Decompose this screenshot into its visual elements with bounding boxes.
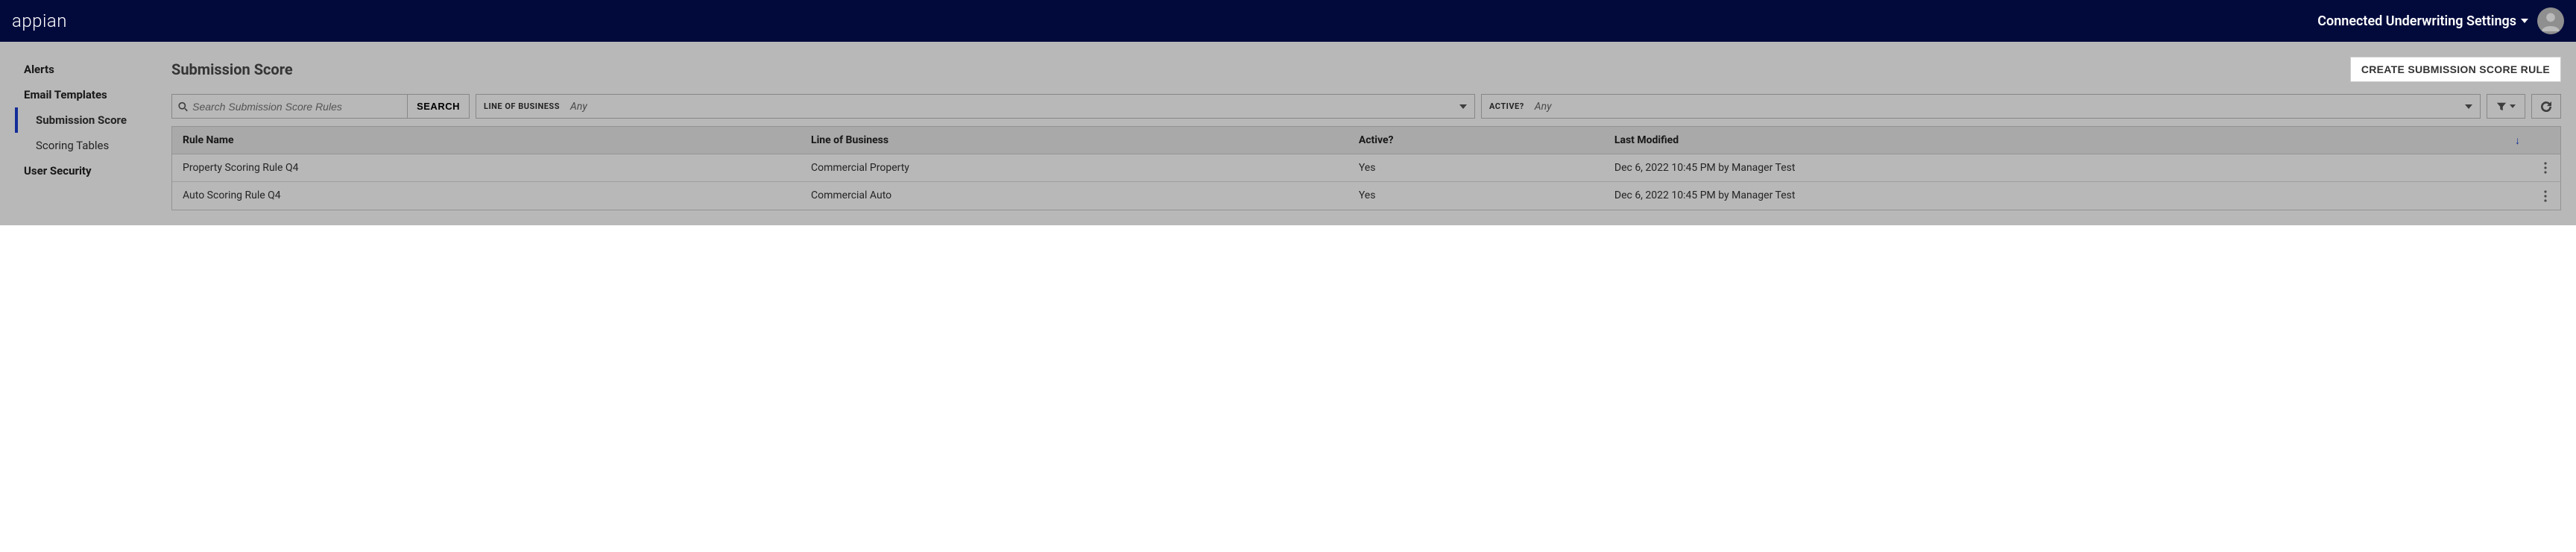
header-right: Connected Underwriting Settings (2317, 7, 2564, 34)
search-input-wrap (172, 95, 407, 118)
user-icon (2540, 10, 2561, 31)
cell-lob: Commercial Auto (801, 182, 1348, 210)
filter-icon (2496, 101, 2507, 112)
lob-dropdown-label: LINE OF BUSINESS (484, 101, 560, 111)
content: Submission Score CREATE SUBMISSION SCORE… (162, 42, 2576, 225)
page-title: Submission Score (171, 60, 293, 78)
page-header: Submission Score CREATE SUBMISSION SCORE… (171, 57, 2561, 82)
settings-menu[interactable]: Connected Underwriting Settings (2317, 13, 2528, 29)
rules-table-wrap: Rule Name Line of Business Active? Last … (171, 126, 2561, 210)
caret-down-icon (1459, 104, 1467, 109)
row-actions-menu[interactable] (2531, 182, 2560, 210)
cell-active: Yes (1348, 182, 1604, 210)
kebab-icon (2544, 190, 2547, 202)
col-last-modified[interactable]: Last Modified ↓ (1604, 127, 2531, 154)
app-header: appian Connected Underwriting Settings (0, 0, 2576, 42)
logo: appian (12, 10, 67, 31)
search-button[interactable]: SEARCH (407, 95, 469, 118)
sidebar: Alerts Email Templates Submission Score … (0, 42, 162, 225)
caret-down-icon (2465, 104, 2472, 109)
active-dropdown-label: ACTIVE? (1489, 101, 1524, 111)
sidebar-item-scoring-tables[interactable]: Scoring Tables (15, 133, 162, 158)
filter-button[interactable] (2487, 94, 2525, 119)
lob-dropdown[interactable]: LINE OF BUSINESS Any (476, 94, 1475, 119)
sort-descending-icon: ↓ (2515, 134, 2520, 147)
settings-menu-label: Connected Underwriting Settings (2317, 13, 2516, 29)
sidebar-item-alerts[interactable]: Alerts (15, 57, 162, 82)
table-row[interactable]: Auto Scoring Rule Q4 Commercial Auto Yes… (172, 182, 2560, 210)
col-rule-name[interactable]: Rule Name (172, 127, 801, 154)
sidebar-item-email-templates[interactable]: Email Templates (15, 82, 162, 107)
main-wrap: Alerts Email Templates Submission Score … (0, 42, 2576, 225)
kebab-icon (2544, 162, 2547, 174)
col-lob[interactable]: Line of Business (801, 127, 1348, 154)
search-input[interactable] (192, 101, 401, 113)
active-dropdown[interactable]: ACTIVE? Any (1481, 94, 2481, 119)
rules-table: Rule Name Line of Business Active? Last … (172, 127, 2560, 210)
table-row[interactable]: Property Scoring Rule Q4 Commercial Prop… (172, 154, 2560, 182)
cell-lob: Commercial Property (801, 154, 1348, 182)
cell-active: Yes (1348, 154, 1604, 182)
refresh-button[interactable] (2531, 94, 2561, 119)
cell-rule-name: Property Scoring Rule Q4 (172, 154, 801, 182)
search-group: SEARCH (171, 94, 470, 119)
row-actions-menu[interactable] (2531, 154, 2560, 182)
col-last-modified-label: Last Modified (1614, 134, 1679, 146)
caret-down-icon (2510, 104, 2516, 108)
active-dropdown-value: Any (1532, 101, 2457, 113)
filter-bar: SEARCH LINE OF BUSINESS Any ACTIVE? Any (171, 94, 2561, 119)
cell-last-modified: Dec 6, 2022 10:45 PM by Manager Test (1604, 182, 2531, 210)
table-header-row: Rule Name Line of Business Active? Last … (172, 127, 2560, 154)
sidebar-item-user-security[interactable]: User Security (15, 158, 162, 184)
create-submission-score-rule-button[interactable]: CREATE SUBMISSION SCORE RULE (2350, 57, 2561, 82)
caret-down-icon (2521, 19, 2528, 23)
col-actions (2531, 127, 2560, 154)
lob-dropdown-value: Any (567, 101, 1452, 113)
cell-last-modified: Dec 6, 2022 10:45 PM by Manager Test (1604, 154, 2531, 182)
cell-rule-name: Auto Scoring Rule Q4 (172, 182, 801, 210)
avatar[interactable] (2537, 7, 2564, 34)
sidebar-item-submission-score[interactable]: Submission Score (15, 107, 162, 133)
refresh-icon (2541, 101, 2551, 112)
col-active[interactable]: Active? (1348, 127, 1604, 154)
search-icon (178, 101, 188, 112)
